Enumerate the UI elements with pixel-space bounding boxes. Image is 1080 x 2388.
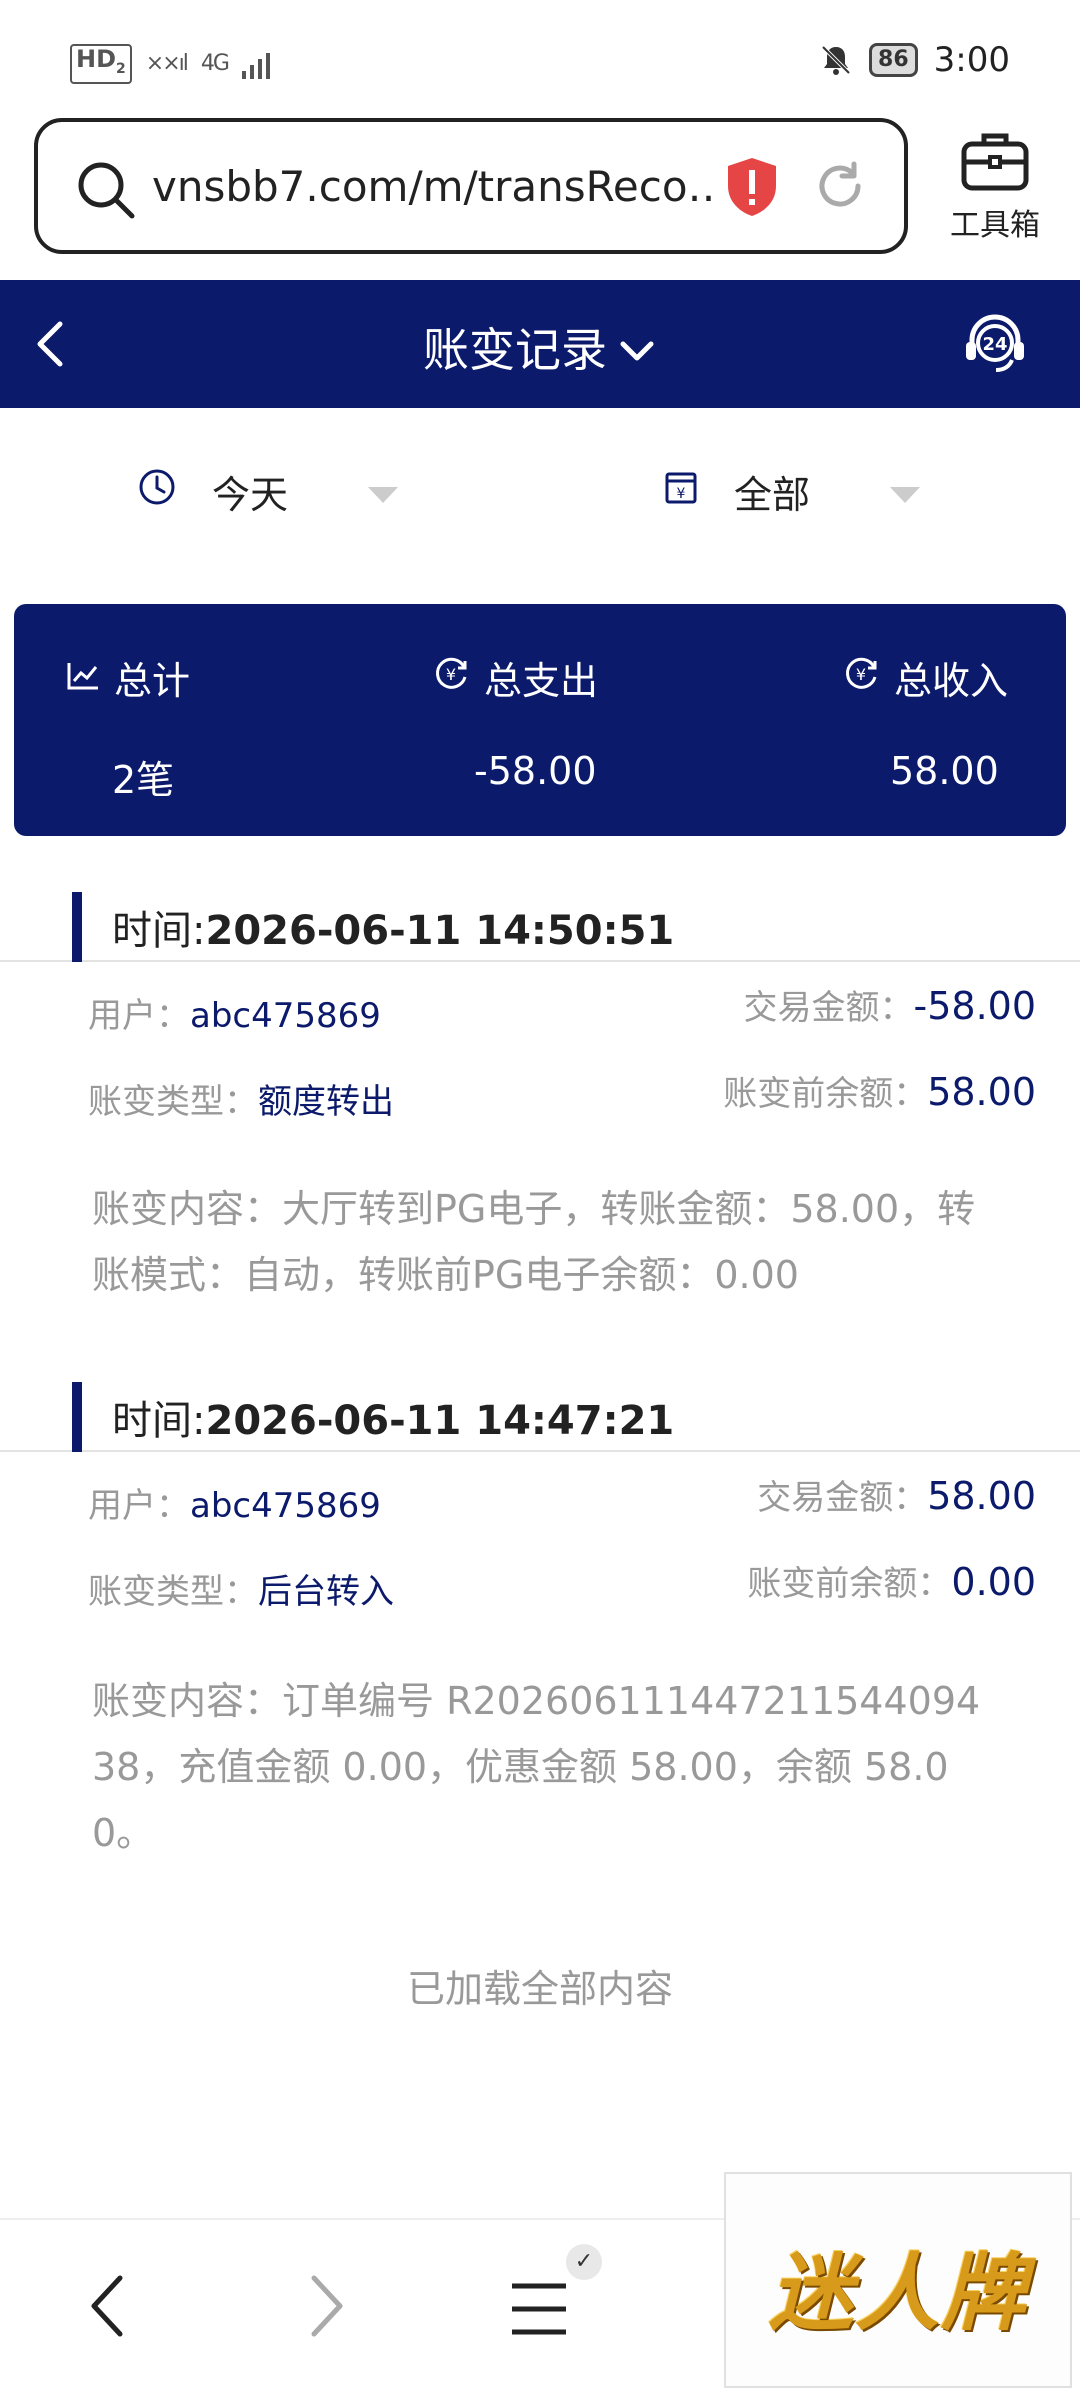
summary-total-label: 总计 [114, 659, 191, 703]
accent-bar [72, 1382, 82, 1452]
summary-card: 总计 2笔 ¥ 总支出 -58.00 ¥ 总收入 58.00 [14, 604, 1066, 836]
filter-row: 今天 ¥ 全部 [0, 408, 1080, 578]
chart-icon [66, 656, 100, 700]
signal-icon: ××ıl [145, 51, 189, 77]
svg-text:¥: ¥ [677, 486, 686, 502]
chevron-left-icon[interactable] [86, 2274, 130, 2342]
network-indicator: 4G [200, 51, 230, 77]
calendar-icon: ¥ [664, 469, 698, 514]
summary-expense-value: -58.00 [474, 749, 597, 793]
svg-text:¥: ¥ [856, 665, 866, 684]
record-amount: 交易金额：58.00 [757, 1474, 1036, 1518]
toolbox-button[interactable]: 工具箱 [940, 130, 1050, 244]
date-filter-label: 今天 [212, 473, 289, 517]
menu-icon[interactable] [508, 2278, 570, 2344]
clock-icon [138, 468, 176, 515]
url-text[interactable]: vnsbb7.com/m/transReco… [152, 162, 712, 211]
summary-total-value: 2笔 [112, 758, 175, 802]
status-bar: HD2 ××ıl 4G 86 3:00 [0, 0, 1080, 112]
page-title[interactable]: 账变记录 [0, 314, 1080, 380]
signal-bars-icon [241, 52, 270, 79]
hd-indicator: HD2 [70, 44, 132, 84]
record-content: 账变内容：订单编号 R20260611144721154409438，充值金额 … [92, 1679, 981, 1855]
watermark-logo: 迷人牌 [724, 2172, 1072, 2388]
record-time: 时间:2026-06-11 14:50:51 [112, 908, 675, 954]
summary-total: 总计 2笔 [66, 650, 190, 804]
record-content: 账变内容：大厅转到PG电子，转账金额：58.00，转账模式：自动，转账前PG电子… [92, 1187, 976, 1297]
search-icon [76, 160, 136, 224]
yen-circle-icon: ¥ [844, 655, 880, 700]
clock-time: 3:00 [933, 40, 1010, 80]
watermark-text: 迷人牌 [768, 2244, 1027, 2342]
status-left: HD2 ××ıl 4G [70, 44, 276, 84]
address-bar[interactable]: vnsbb7.com/m/transReco… [34, 118, 908, 254]
battery-indicator: 86 [869, 43, 918, 77]
svg-text:24: 24 [982, 334, 1007, 355]
record-type: 账变类型：额度转出 [88, 1082, 394, 1122]
summary-expense-label: 总支出 [484, 659, 599, 703]
page-header: 账变记录 24 [0, 280, 1080, 408]
category-filter[interactable]: ¥ 全部 [664, 464, 921, 519]
toolbox-icon [960, 133, 1030, 196]
chevron-down-icon [617, 323, 657, 377]
record-user: 用户：abc475869 [88, 1486, 381, 1526]
bell-off-icon [821, 45, 851, 75]
summary-income: ¥ 总收入 58.00 [844, 650, 1008, 793]
summary-income-value: 58.00 [890, 749, 999, 793]
record-balance: 账变前余额：58.00 [723, 1070, 1036, 1114]
record-type: 账变类型：后台转入 [88, 1572, 394, 1612]
record-time-header: 时间:2026-06-11 14:47:21 [0, 1366, 1080, 1452]
accent-bar [72, 892, 82, 962]
support-24-icon[interactable]: 24 [962, 310, 1028, 380]
caret-down-icon [368, 470, 399, 514]
summary-income-label: 总收入 [894, 659, 1009, 703]
chevron-right-icon[interactable] [304, 2274, 348, 2342]
status-right: 86 3:00 [819, 40, 1010, 80]
shield-alert-icon[interactable] [724, 156, 780, 222]
record-time-header: 时间:2026-06-11 14:50:51 [0, 876, 1080, 962]
svg-text:¥: ¥ [446, 665, 456, 684]
toolbox-label: 工具箱 [950, 208, 1040, 243]
caret-down-icon [890, 470, 921, 514]
record-user: 用户：abc475869 [88, 996, 381, 1036]
checkmark-badge-icon: ✓ [566, 2244, 602, 2280]
loaded-all-text: 已加载全部内容 [406, 1967, 673, 2011]
reload-icon[interactable] [812, 158, 868, 218]
category-filter-label: 全部 [734, 473, 811, 517]
record-amount: 交易金额：-58.00 [743, 984, 1037, 1028]
record-balance: 账变前余额：0.00 [747, 1560, 1036, 1604]
record-time: 时间:2026-06-11 14:47:21 [112, 1398, 675, 1444]
date-filter[interactable]: 今天 [138, 464, 399, 519]
summary-expense: ¥ 总支出 -58.00 [434, 650, 598, 793]
yen-circle-icon: ¥ [434, 655, 470, 700]
